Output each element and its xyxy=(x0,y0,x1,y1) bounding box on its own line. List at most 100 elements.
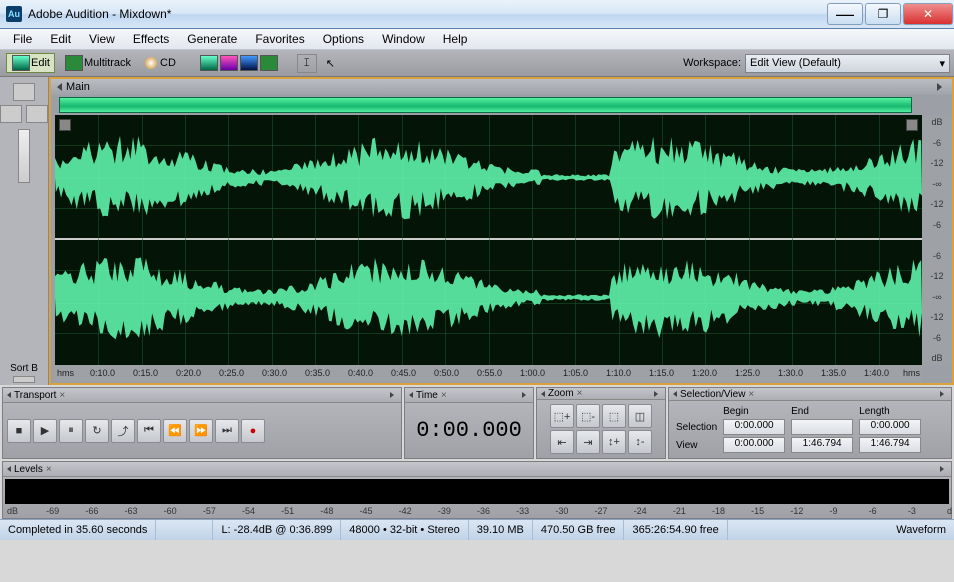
db-scale: dB-6-12-∞-12-6-6-12-∞-12-6dB xyxy=(922,115,952,365)
go-end-button[interactable]: ⏭ xyxy=(215,419,239,443)
zoom-in-left-button[interactable]: ⇤ xyxy=(550,430,574,454)
sidebar-btn-1[interactable] xyxy=(13,83,35,101)
menu-effects[interactable]: Effects xyxy=(124,30,178,48)
chevron-down-icon: ▾ xyxy=(939,57,945,70)
ibeam-tool[interactable]: 𝙸 xyxy=(297,54,317,73)
view-spectral-freq-button[interactable] xyxy=(220,55,238,71)
menu-favorites[interactable]: Favorites xyxy=(246,30,313,48)
status-bar: Completed in 35.60 seconds L: -28.4dB @ … xyxy=(0,519,954,540)
workspace-dropdown[interactable]: Edit View (Default)▾ xyxy=(745,54,950,73)
files-sidebar: Sort B xyxy=(0,77,49,385)
panel-arrow-icon[interactable] xyxy=(940,466,944,472)
zoom-in-v-button[interactable]: ↕+ xyxy=(602,430,626,454)
view-waveform-button[interactable] xyxy=(200,55,218,71)
sidebar-scrollbar[interactable] xyxy=(18,129,30,183)
panel-arrow-icon[interactable] xyxy=(522,392,526,398)
panel-arrow-icon[interactable] xyxy=(654,391,658,397)
tab-left-icon[interactable] xyxy=(57,83,62,91)
levels-meter[interactable] xyxy=(5,479,949,504)
close-icon[interactable]: × xyxy=(748,389,754,400)
transport-panel: Transport× ■ ▶ ⏸ ↻ ⤴ ⏮ ⏪ ⏩ ⏭ ● xyxy=(2,387,402,459)
record-button[interactable]: ● xyxy=(241,419,265,443)
mode-cd-button[interactable]: CD xyxy=(140,55,181,71)
sidebar-btn-bottom[interactable] xyxy=(13,376,35,384)
marker-tr[interactable] xyxy=(906,119,918,131)
menu-options[interactable]: Options xyxy=(314,30,373,48)
view-len-field[interactable]: 1:46.794 xyxy=(859,437,921,453)
stop-button[interactable]: ■ xyxy=(7,419,31,443)
panel-collapse-icon[interactable] xyxy=(673,391,677,397)
marker-tl[interactable] xyxy=(59,119,71,131)
sidebar-btn-2[interactable] xyxy=(0,105,22,123)
zoom-out-v-button[interactable]: ↕- xyxy=(628,430,652,454)
close-button[interactable]: ✕ xyxy=(903,3,953,25)
zoom-out-h-button[interactable]: ⬚- xyxy=(576,404,600,428)
zoom-title: Zoom xyxy=(548,388,574,399)
menu-bar: File Edit View Effects Generate Favorite… xyxy=(0,29,954,50)
sidebar-btn-3[interactable] xyxy=(26,105,48,123)
waveform-panel: Main /*grid drawn below*/ dB-6-12-∞-12 xyxy=(49,77,954,385)
panel-collapse-icon[interactable] xyxy=(7,392,11,398)
menu-help[interactable]: Help xyxy=(434,30,477,48)
edit-icon xyxy=(12,55,30,71)
waveform-right xyxy=(55,255,922,340)
selview-table: Begin End Length Selection 0:00.000 0:00… xyxy=(672,404,925,455)
sel-len-field[interactable]: 0:00.000 xyxy=(859,419,921,435)
maximize-button[interactable]: ❐ xyxy=(865,3,901,25)
minimize-button[interactable]: — xyxy=(827,3,863,25)
sort-label: Sort B xyxy=(10,363,38,374)
time-panel: Time× 0:00.000 xyxy=(404,387,534,459)
panel-arrow-icon[interactable] xyxy=(940,391,944,397)
menu-edit[interactable]: Edit xyxy=(41,30,80,48)
overview-bar[interactable] xyxy=(59,97,912,113)
close-icon[interactable]: × xyxy=(441,390,447,401)
status-size: 39.10 MB xyxy=(469,520,533,540)
loop-play-button[interactable]: ↻ xyxy=(85,419,109,443)
panel-arrow-icon[interactable] xyxy=(390,392,394,398)
pointer-tool[interactable]: ↖ xyxy=(321,55,340,72)
panel-collapse-icon[interactable] xyxy=(409,392,413,398)
view-spectral-phase-button[interactable] xyxy=(260,55,278,71)
mode-multitrack-button[interactable]: Multitrack xyxy=(59,53,136,73)
play-to-end-button[interactable]: ⤴ xyxy=(111,419,135,443)
levels-scale: dB-69-66-63-60-57-54-51-48-45-42-39-36-3… xyxy=(7,506,947,518)
rewind-button[interactable]: ⏪ xyxy=(163,419,187,443)
panel-collapse-icon[interactable] xyxy=(7,466,11,472)
status-format: 48000 • 32-bit • Stereo xyxy=(341,520,468,540)
waveform-left xyxy=(55,135,922,220)
close-icon[interactable]: × xyxy=(59,390,65,401)
view-end-field[interactable]: 1:46.794 xyxy=(791,437,853,453)
pause-button[interactable]: ⏸ xyxy=(59,419,83,443)
go-start-button[interactable]: ⏮ xyxy=(137,419,161,443)
time-ruler[interactable]: hmshms0:10.00:15.00:20.00:25.00:30.00:35… xyxy=(55,365,922,381)
close-icon[interactable]: × xyxy=(46,464,52,475)
zoom-in-h-button[interactable]: ⬚+ xyxy=(550,404,574,428)
waveform-canvas[interactable]: /*grid drawn below*/ xyxy=(55,115,922,365)
forward-button[interactable]: ⏩ xyxy=(189,419,213,443)
zoom-panel: Zoom× ⬚+ ⬚- ⬚ ◫ ⇤ ⇥ ↕+ ↕- xyxy=(536,387,666,459)
multitrack-icon xyxy=(65,55,83,71)
zoom-full-button[interactable]: ⬚ xyxy=(602,404,626,428)
wave-tab-main[interactable]: Main xyxy=(66,81,90,93)
view-begin-field[interactable]: 0:00.000 xyxy=(723,437,785,453)
menu-file[interactable]: File xyxy=(4,30,41,48)
mode-edit-button[interactable]: Edit xyxy=(6,53,55,73)
sel-begin-field[interactable]: 0:00.000 xyxy=(723,419,785,435)
zoom-in-right-button[interactable]: ⇥ xyxy=(576,430,600,454)
view-spectral-pan-button[interactable] xyxy=(240,55,258,71)
selection-view-panel: Selection/View× Begin End Length Selecti… xyxy=(668,387,952,459)
menu-window[interactable]: Window xyxy=(373,30,434,48)
row-view-label: View xyxy=(674,437,719,453)
sel-end-field[interactable] xyxy=(791,419,853,435)
close-icon[interactable]: × xyxy=(577,388,583,399)
zoom-sel-button[interactable]: ◫ xyxy=(628,404,652,428)
menu-view[interactable]: View xyxy=(80,30,124,48)
tab-right-icon[interactable] xyxy=(937,83,942,91)
menu-generate[interactable]: Generate xyxy=(178,30,246,48)
status-free2: 365:26:54.90 free xyxy=(624,520,727,540)
panel-collapse-icon[interactable] xyxy=(541,391,545,397)
play-button[interactable]: ▶ xyxy=(33,419,57,443)
status-free1: 470.50 GB free xyxy=(533,520,625,540)
col-end: End xyxy=(789,406,855,417)
col-begin: Begin xyxy=(721,406,787,417)
